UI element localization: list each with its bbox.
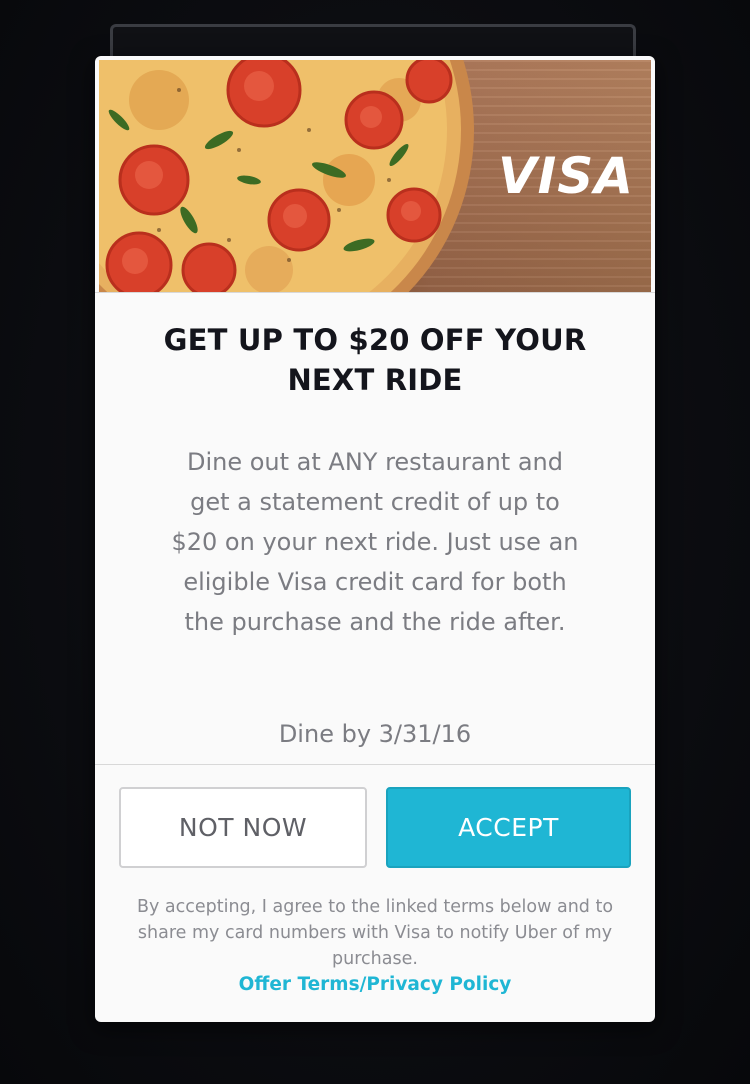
visa-logo: VISA (497, 147, 634, 205)
offer-title: GET UP TO $20 OFF YOUR NEXT RIDE (163, 323, 587, 397)
promo-modal: VISA GET UP TO $20 OFF YOUR NEXT RIDE Di… (95, 56, 655, 1022)
legal-disclaimer: By accepting, I agree to the linked term… (136, 897, 614, 969)
offer-deadline: Dine by 3/31/16 (278, 720, 472, 748)
offer-terms-link[interactable]: Offer Terms/Privacy Policy (135, 972, 615, 998)
divider (95, 764, 655, 765)
hero-image: VISA (99, 60, 651, 292)
not-now-button[interactable]: NOT NOW (119, 787, 367, 868)
divider (95, 292, 655, 293)
accept-button[interactable]: ACCEPT (386, 787, 631, 868)
offer-description: Dine out at ANY restaurant and get a sta… (171, 448, 579, 636)
app-screen: VISA GET UP TO $20 OFF YOUR NEXT RIDE Di… (0, 0, 750, 1084)
